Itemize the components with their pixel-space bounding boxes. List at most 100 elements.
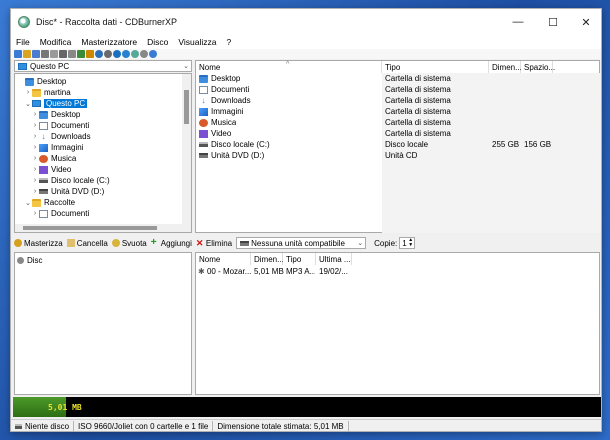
disc-column-header-date[interactable]: Ultima ... <box>316 253 352 265</box>
copies-stepper[interactable]: 1 ▲ ▼ <box>399 237 416 249</box>
drive-select[interactable]: Nessuna unità compatibile ⌄ <box>236 237 367 249</box>
delete-button[interactable]: Cancella <box>66 238 108 248</box>
chevron-right-icon[interactable]: › <box>31 166 39 173</box>
tree-item-label: Musica <box>51 154 77 163</box>
empty-button[interactable]: Svuota <box>111 239 147 248</box>
minimize-button[interactable]: — <box>501 9 535 35</box>
tree-item[interactable]: › Musica <box>31 153 77 164</box>
save-icon[interactable] <box>32 50 40 58</box>
tree-horizontal-scrollbar[interactable] <box>15 224 184 232</box>
help-icon[interactable] <box>113 50 121 58</box>
tree-item[interactable]: › Video <box>31 164 72 175</box>
file-type: Unità CD <box>385 151 418 160</box>
disc-column-header-name[interactable]: Nome <box>196 253 251 265</box>
tree-item-label: Desktop <box>51 110 81 119</box>
chevron-right-icon[interactable]: › <box>24 89 32 96</box>
source-location-combo[interactable]: Questo PC ⌄ <box>14 60 192 72</box>
disc-column-header-type[interactable]: Tipo <box>283 253 316 265</box>
maximize-button[interactable]: ☐ <box>536 9 570 35</box>
tree-item[interactable]: › Immagini <box>31 142 84 153</box>
status-disc: Niente disco <box>11 421 75 431</box>
tree-item-label: Unità DVD (D:) <box>51 187 105 196</box>
disc-tree-item[interactable]: Disc <box>17 255 43 266</box>
copies-value: 1 <box>402 238 407 248</box>
app-window: Disc* - Raccolta dati - CDBurnerXP — ☐ ✕… <box>10 8 602 432</box>
dvd-icon <box>199 153 208 158</box>
tree-item[interactable]: Desktop <box>17 76 66 87</box>
cut-icon[interactable] <box>50 50 58 58</box>
tree-item[interactable]: › Desktop <box>31 109 81 120</box>
tree-item-label: Video <box>51 165 72 174</box>
column-header-free-space[interactable]: Spazio... <box>521 61 555 73</box>
menu-file[interactable]: File <box>11 37 35 47</box>
tree-item[interactable]: ⌄ Questo PC <box>24 98 88 109</box>
tree-item[interactable]: › Unità DVD (D:) <box>31 186 105 197</box>
column-header-size[interactable]: Dimen... <box>489 61 522 73</box>
chevron-right-icon[interactable]: › <box>31 111 39 118</box>
burn-button[interactable]: Masterizza <box>14 239 63 248</box>
info-icon[interactable] <box>122 50 130 58</box>
capacity-label: 5,01 MB <box>48 403 82 412</box>
burn-icon[interactable] <box>77 50 85 58</box>
settings-icon[interactable] <box>104 50 112 58</box>
about-icon[interactable] <box>149 50 157 58</box>
disc-icon[interactable] <box>95 50 103 58</box>
chevron-right-icon[interactable]: › <box>31 155 39 162</box>
music-icon <box>199 118 208 127</box>
open-icon[interactable] <box>23 50 31 58</box>
tree-item-label: Desktop <box>37 77 67 86</box>
tree-vertical-scrollbar[interactable] <box>182 74 191 232</box>
new-icon[interactable] <box>14 50 22 58</box>
menu-modifica[interactable]: Modifica <box>35 37 77 47</box>
menu-disco[interactable]: Disco <box>142 37 173 47</box>
chevron-right-icon[interactable]: › <box>31 133 39 140</box>
tree-item[interactable]: › Disco locale (C:) <box>31 175 110 186</box>
chevron-down-icon[interactable]: ⌄ <box>24 199 32 207</box>
properties-icon[interactable] <box>140 50 148 58</box>
file-name-cell: ↓ Downloads <box>199 96 251 105</box>
chevron-down-icon[interactable]: ⌄ <box>24 100 32 108</box>
img-icon <box>39 143 48 152</box>
video-icon <box>199 129 208 138</box>
remove-button[interactable]: ✕ Elimina <box>196 239 232 248</box>
delete-label: Cancella <box>76 238 108 248</box>
add-button[interactable]: + Aggiungi <box>151 238 192 248</box>
chevron-right-icon[interactable]: › <box>31 144 39 151</box>
file-name: Immagini <box>211 107 244 116</box>
menu-visualizza[interactable]: Visualizza <box>173 37 221 47</box>
chevron-right-icon[interactable]: › <box>31 122 39 129</box>
column-header-type[interactable]: Tipo <box>382 61 489 73</box>
tree-item-label: Documenti <box>51 121 90 130</box>
file-name: Disco locale (C:) <box>211 140 270 149</box>
chevron-right-icon[interactable]: › <box>31 177 39 184</box>
close-button[interactable]: ✕ <box>569 9 601 35</box>
pc-icon <box>32 100 41 107</box>
erase-icon[interactable] <box>86 50 94 58</box>
file-type: Cartella di sistema <box>385 85 451 94</box>
audio-file-icon: ✱ <box>198 267 205 276</box>
chevron-right-icon[interactable]: › <box>31 188 39 195</box>
disc-column-header-size[interactable]: Dimen... <box>251 253 284 265</box>
refresh-icon[interactable] <box>131 50 139 58</box>
tree-hscroll-thumb[interactable] <box>23 226 157 230</box>
file-name-cell: Immagini <box>199 107 243 116</box>
copies-label: Copie: <box>374 238 398 248</box>
print-icon[interactable] <box>41 50 49 58</box>
tree-scroll-thumb[interactable] <box>184 90 189 124</box>
stepper-arrows-icon: ▲ ▼ <box>408 237 414 248</box>
paste-icon[interactable] <box>68 50 76 58</box>
menu-help[interactable]: ? <box>222 37 237 47</box>
file-name: Musica <box>211 118 237 127</box>
tree-item[interactable]: › Documenti <box>31 208 89 219</box>
file-name: Video <box>211 129 232 138</box>
tree-item-label: Questo PC <box>44 99 88 108</box>
status-filesystem: ISO 9660/Joliet con 0 cartelle e 1 file <box>74 421 214 431</box>
file-size: 255 GB <box>492 140 520 149</box>
copy-icon[interactable] <box>59 50 67 58</box>
menu-masterizzatore[interactable]: Masterizzatore <box>76 37 142 47</box>
chevron-right-icon[interactable]: › <box>31 210 39 217</box>
tree-item[interactable]: › ↓ Downloads <box>31 131 91 142</box>
tree-item[interactable]: ⌄ Raccolte <box>24 197 75 208</box>
tree-item[interactable]: › martina <box>24 87 71 98</box>
tree-item[interactable]: › Documenti <box>31 120 89 131</box>
